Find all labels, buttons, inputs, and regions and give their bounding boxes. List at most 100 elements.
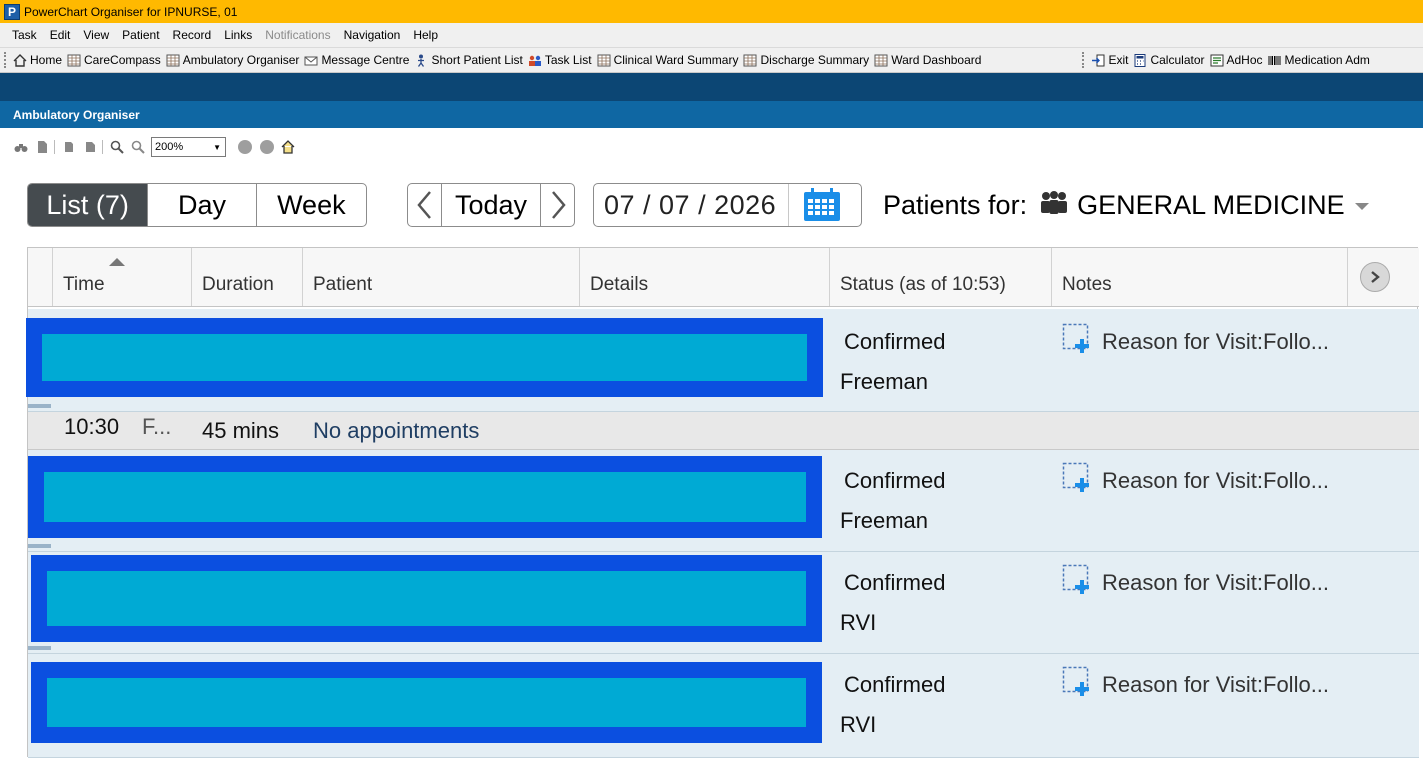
- patients-for-label: Patients for:: [883, 189, 1028, 220]
- back-circle-icon[interactable]: [238, 140, 252, 154]
- zoom-in-icon[interactable]: [110, 140, 124, 154]
- menu-links[interactable]: Links: [218, 28, 258, 42]
- caret-down-icon[interactable]: [1354, 202, 1369, 210]
- toolbar-home-button[interactable]: Home: [11, 53, 65, 67]
- menu-edit[interactable]: Edit: [44, 28, 77, 42]
- chevron-down-icon: ▼: [213, 142, 221, 152]
- application-banner: [0, 73, 1423, 101]
- redacted-patient-block: [26, 318, 823, 397]
- toolbar-grip-right[interactable]: [1082, 52, 1086, 68]
- menu-navigation[interactable]: Navigation: [338, 28, 407, 42]
- scroll-columns-right-button[interactable]: [1360, 262, 1390, 292]
- section-title: Ambulatory Organiser: [13, 107, 140, 122]
- zoom-select[interactable]: 200% ▼: [151, 137, 226, 157]
- zoom-out-icon[interactable]: [131, 140, 145, 154]
- print-preview-icon[interactable]: [83, 140, 97, 154]
- header-patient[interactable]: Patient: [303, 248, 580, 306]
- redacted-patient-block: [31, 662, 822, 743]
- menu-notifications: Notifications: [265, 28, 331, 42]
- table-row-gap[interactable]: 10:30 F... 45 mins No appointments: [28, 412, 1419, 450]
- location-text: RVI: [840, 712, 877, 737]
- grid-doc-icon: [67, 54, 81, 67]
- toolbar-discharge-summary-label: Discharge Summary: [760, 53, 870, 67]
- location-text: Freeman: [840, 369, 929, 394]
- table-row[interactable]: Confirmed Freeman Reason for Visit:Follo…: [26, 309, 1419, 412]
- person-icon: [414, 54, 428, 67]
- toolbar-task-list-label: Task List: [544, 53, 592, 67]
- view-switcher: List (7) Day Week: [27, 183, 367, 227]
- table-row[interactable]: Confirmed RVI Reason for Visit:Follo...: [28, 552, 1419, 654]
- table-row[interactable]: Confirmed RVI Reason for Visit:Follo...: [28, 654, 1419, 758]
- note-text[interactable]: Reason for Visit:Follo...: [1102, 672, 1329, 698]
- menu-bar: Task Edit View Patient Record Links Noti…: [0, 23, 1423, 47]
- note-text[interactable]: Reason for Visit:Follo...: [1102, 570, 1329, 596]
- toolbar-carecompass-button[interactable]: CareCompass: [65, 53, 164, 67]
- home-icon[interactable]: [281, 140, 295, 154]
- toolbar-medication-administration-button[interactable]: Medication Adm: [1266, 53, 1373, 67]
- menu-help[interactable]: Help: [407, 28, 444, 42]
- print-icon[interactable]: [62, 140, 76, 154]
- chevron-left-icon: [416, 191, 431, 219]
- schedule-controls: List (7) Day Week Today 07 / 07 / 2026 P…: [0, 183, 1423, 229]
- toolbar-calculator-button[interactable]: Calculator: [1131, 53, 1207, 67]
- header-details[interactable]: Details: [580, 248, 830, 306]
- toolbar-message-centre-button[interactable]: Message Centre: [302, 53, 412, 67]
- add-note-icon[interactable]: [1062, 462, 1094, 494]
- menu-record[interactable]: Record: [167, 28, 218, 42]
- date-navigator: Today: [407, 183, 575, 227]
- date-field[interactable]: 07 / 07 / 2026: [593, 183, 862, 227]
- title-bar: P PowerChart Organiser for IPNURSE, 01: [0, 0, 1423, 23]
- exit-icon: [1091, 54, 1105, 67]
- binoculars-icon[interactable]: [14, 140, 28, 154]
- type-text: F...: [142, 414, 172, 439]
- toolbar-short-patient-list-button[interactable]: Short Patient List: [412, 53, 525, 67]
- header-notes[interactable]: Notes: [1052, 248, 1348, 306]
- view-toolbar: 200% ▼: [0, 134, 1423, 160]
- add-note-icon[interactable]: [1062, 666, 1094, 698]
- calendar-icon[interactable]: [803, 188, 841, 222]
- redacted-patient-block: [28, 456, 822, 538]
- page-icon[interactable]: [35, 140, 49, 154]
- toolbar-clinical-ward-summary-button[interactable]: Clinical Ward Summary: [595, 53, 742, 67]
- toolbar-ward-dashboard-button[interactable]: Ward Dashboard: [872, 53, 984, 67]
- toolbar-task-list-button[interactable]: Task List: [526, 53, 595, 67]
- today-button[interactable]: Today: [442, 184, 541, 226]
- toolbar-discharge-summary-button[interactable]: Discharge Summary: [741, 53, 872, 67]
- header-status[interactable]: Status (as of 10:53): [830, 248, 1052, 306]
- grid-doc-icon: [166, 54, 180, 67]
- toolbar-exit-button[interactable]: Exit: [1089, 53, 1131, 67]
- toolbar-adhoc-button[interactable]: AdHoc: [1208, 53, 1266, 67]
- toolbar-ambulatory-organiser-label: Ambulatory Organiser: [182, 53, 300, 67]
- tab-day[interactable]: Day: [148, 184, 257, 226]
- next-day-button[interactable]: [541, 184, 574, 226]
- tab-list[interactable]: List (7): [28, 184, 149, 226]
- toolbar-clinical-ward-summary-label: Clinical Ward Summary: [613, 53, 739, 67]
- toolbar-grip[interactable]: [4, 52, 8, 68]
- header-duration[interactable]: Duration: [192, 248, 303, 306]
- barcode-icon: [1268, 54, 1282, 67]
- toolbar-message-centre-label: Message Centre: [321, 53, 410, 67]
- patients-for-value: GENERAL MEDICINE: [1077, 189, 1345, 220]
- toolbar-ambulatory-organiser-button[interactable]: Ambulatory Organiser: [164, 53, 303, 67]
- toolbar-short-patient-list-label: Short Patient List: [431, 53, 523, 67]
- add-note-icon[interactable]: [1062, 564, 1094, 596]
- note-text[interactable]: Reason for Visit:Follo...: [1102, 468, 1329, 494]
- header-selector[interactable]: [28, 248, 53, 306]
- forward-circle-icon[interactable]: [260, 140, 274, 154]
- menu-task[interactable]: Task: [6, 28, 43, 42]
- menu-view[interactable]: View: [77, 28, 115, 42]
- appointment-grid: Time Duration Patient Details Status (as…: [26, 247, 1419, 758]
- table-row[interactable]: Confirmed Freeman Reason for Visit:Follo…: [28, 450, 1419, 552]
- grid-doc-icon: [743, 54, 757, 67]
- menu-patient[interactable]: Patient: [116, 28, 165, 42]
- header-time[interactable]: Time: [53, 248, 192, 306]
- no-appointments-text: No appointments: [313, 418, 480, 443]
- toolbar-exit-label: Exit: [1108, 53, 1129, 67]
- status-text: Confirmed: [844, 570, 946, 595]
- note-text[interactable]: Reason for Visit:Follo...: [1102, 329, 1329, 355]
- patients-for-filter[interactable]: Patients for: GENERAL MEDICINE: [883, 187, 1369, 223]
- zoom-value: 200%: [155, 141, 184, 153]
- previous-day-button[interactable]: [408, 184, 442, 226]
- tab-week[interactable]: Week: [257, 184, 366, 226]
- add-note-icon[interactable]: [1062, 323, 1094, 355]
